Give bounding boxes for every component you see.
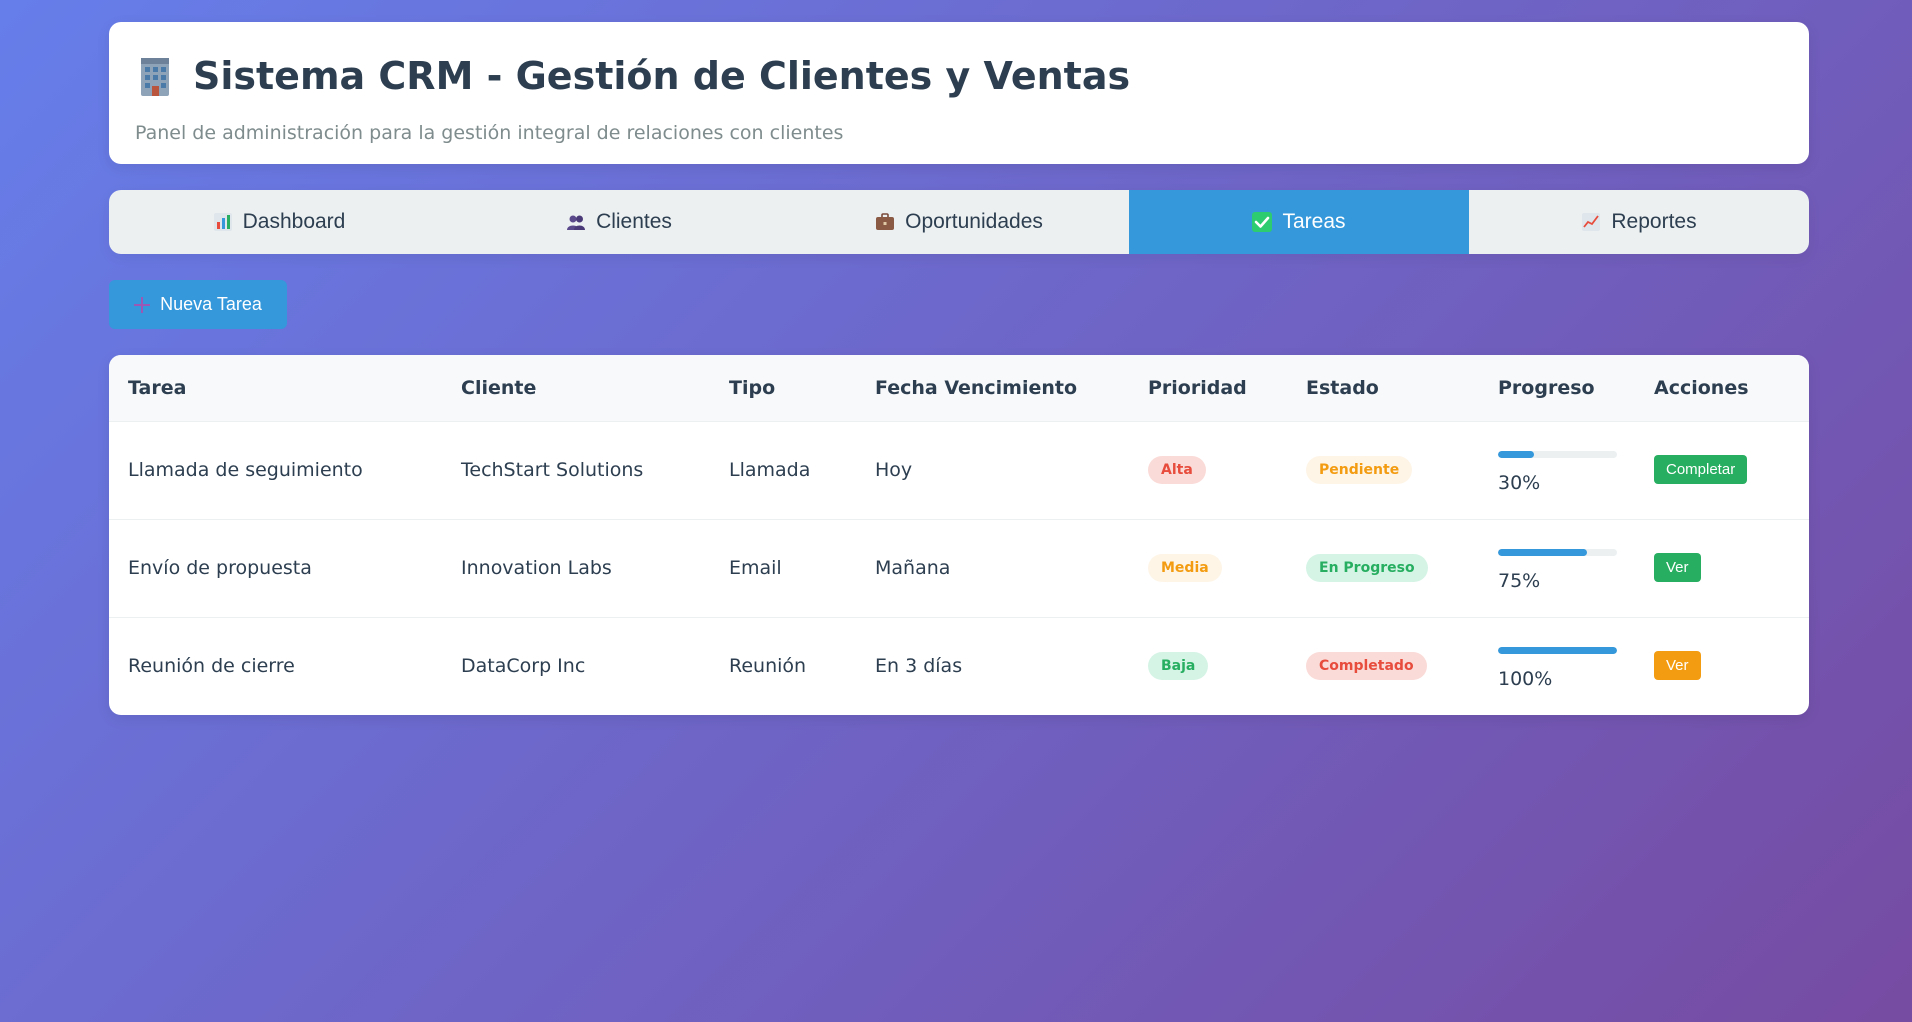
tab-label: Tareas <box>1282 210 1346 233</box>
priority-cell: Alta <box>1129 421 1287 519</box>
progress-cell: 75% <box>1479 519 1635 617</box>
task-due-date: Mañana <box>875 557 951 579</box>
progress-label: 100% <box>1498 667 1553 690</box>
column-header[interactable]: Prioridad <box>1129 355 1287 422</box>
tab-label: Oportunidades <box>905 210 1043 233</box>
priority-cell: Baja <box>1129 617 1287 715</box>
task-due-date: En 3 días <box>875 655 963 678</box>
task-client: TechStart Solutions <box>461 459 644 481</box>
progress-cell: 30% <box>1479 421 1635 519</box>
users-icon <box>566 212 586 232</box>
column-header[interactable]: Progreso <box>1479 355 1635 422</box>
task-due-date: Hoy <box>875 459 913 481</box>
progress-cell: 100% <box>1479 617 1635 715</box>
priority-cell: Media <box>1129 519 1287 617</box>
column-header[interactable]: Cliente <box>442 355 710 422</box>
progress-fill <box>1498 646 1617 654</box>
column-header: Acciones <box>1635 355 1809 422</box>
tab-dashboard[interactable]: Dashboard <box>109 190 449 254</box>
task-client: DataCorp Inc <box>461 655 586 678</box>
line-chart-icon <box>1581 212 1601 232</box>
column-header[interactable]: Fecha Vencimiento <box>856 355 1129 422</box>
page-title: Sistema CRM - Gestión de Clientes y Vent… <box>135 50 1783 102</box>
table-header-row: Tarea Cliente Tipo Fecha Vencimiento Pri… <box>109 355 1809 422</box>
page-title-text: Sistema CRM - Gestión de Clientes y Vent… <box>193 54 1131 98</box>
tab-reportes[interactable]: Reportes <box>1469 190 1809 254</box>
view-button[interactable]: Ver <box>1654 552 1701 582</box>
table-row: Llamada de seguimiento TechStart Solutio… <box>109 421 1809 519</box>
briefcase-icon <box>875 212 895 232</box>
progress-label: 75% <box>1498 569 1541 592</box>
tasks-table-container: Tarea Cliente Tipo Fecha Vencimiento Pri… <box>109 355 1809 715</box>
column-header[interactable]: Tarea <box>109 355 442 422</box>
tab-oportunidades[interactable]: Oportunidades <box>789 190 1129 254</box>
tasks-table: Tarea Cliente Tipo Fecha Vencimiento Pri… <box>109 355 1809 715</box>
view-button[interactable]: Ver <box>1654 650 1701 680</box>
progress-fill <box>1498 450 1534 458</box>
task-type: Llamada <box>729 459 811 481</box>
tab-label: Reportes <box>1611 210 1697 233</box>
task-type: Email <box>729 557 782 579</box>
plus-icon <box>134 296 151 313</box>
task-name: Llamada de seguimiento <box>128 459 363 481</box>
column-header[interactable]: Tipo <box>710 355 856 422</box>
main-tabs: Dashboard Clientes Oportunidades Tareas … <box>109 190 1809 254</box>
status-badge: Completado <box>1306 652 1427 681</box>
task-name: Reunión de cierre <box>128 655 295 678</box>
checkmark-icon <box>1252 212 1273 232</box>
task-name: Envío de propuesta <box>128 557 312 579</box>
new-task-button[interactable]: Nueva Tarea <box>109 280 287 329</box>
tab-clientes[interactable]: Clientes <box>449 190 789 254</box>
progress-label: 30% <box>1498 471 1541 494</box>
priority-badge: Baja <box>1148 652 1209 681</box>
app-container: Sistema CRM - Gestión de Clientes y Vent… <box>109 22 1809 715</box>
priority-badge: Media <box>1148 554 1222 582</box>
status-cell: Pendiente <box>1287 421 1479 519</box>
tab-tareas[interactable]: Tareas <box>1129 190 1469 254</box>
status-badge: Pendiente <box>1306 456 1413 484</box>
actions-cell: Ver <box>1635 617 1809 715</box>
progress-bar <box>1498 646 1617 654</box>
task-client: Innovation Labs <box>461 557 612 579</box>
status-badge: En Progreso <box>1306 554 1428 582</box>
page-subtitle: Panel de administración para la gestión … <box>135 122 844 144</box>
progress-bar <box>1498 548 1617 556</box>
progress-bar <box>1498 450 1617 458</box>
status-cell: En Progreso <box>1287 519 1479 617</box>
office-building-icon <box>135 54 175 98</box>
column-header[interactable]: Estado <box>1287 355 1479 422</box>
actions-cell: Completar <box>1635 421 1809 519</box>
progress-fill <box>1498 548 1588 556</box>
tab-label: Clientes <box>596 210 672 233</box>
tab-label: Dashboard <box>242 210 346 233</box>
page-header: Sistema CRM - Gestión de Clientes y Vent… <box>109 22 1809 164</box>
priority-badge: Alta <box>1148 456 1206 484</box>
task-type: Reunión <box>729 655 807 678</box>
bar-chart-icon <box>213 212 233 232</box>
table-row: Reunión de cierre DataCorp Inc Reunión E… <box>109 617 1809 715</box>
complete-button[interactable]: Completar <box>1654 454 1748 484</box>
table-row: Envío de propuesta Innovation Labs Email… <box>109 519 1809 617</box>
new-task-button-label: Nueva Tarea <box>160 294 262 314</box>
status-cell: Completado <box>1287 617 1479 715</box>
actions-cell: Ver <box>1635 519 1809 617</box>
